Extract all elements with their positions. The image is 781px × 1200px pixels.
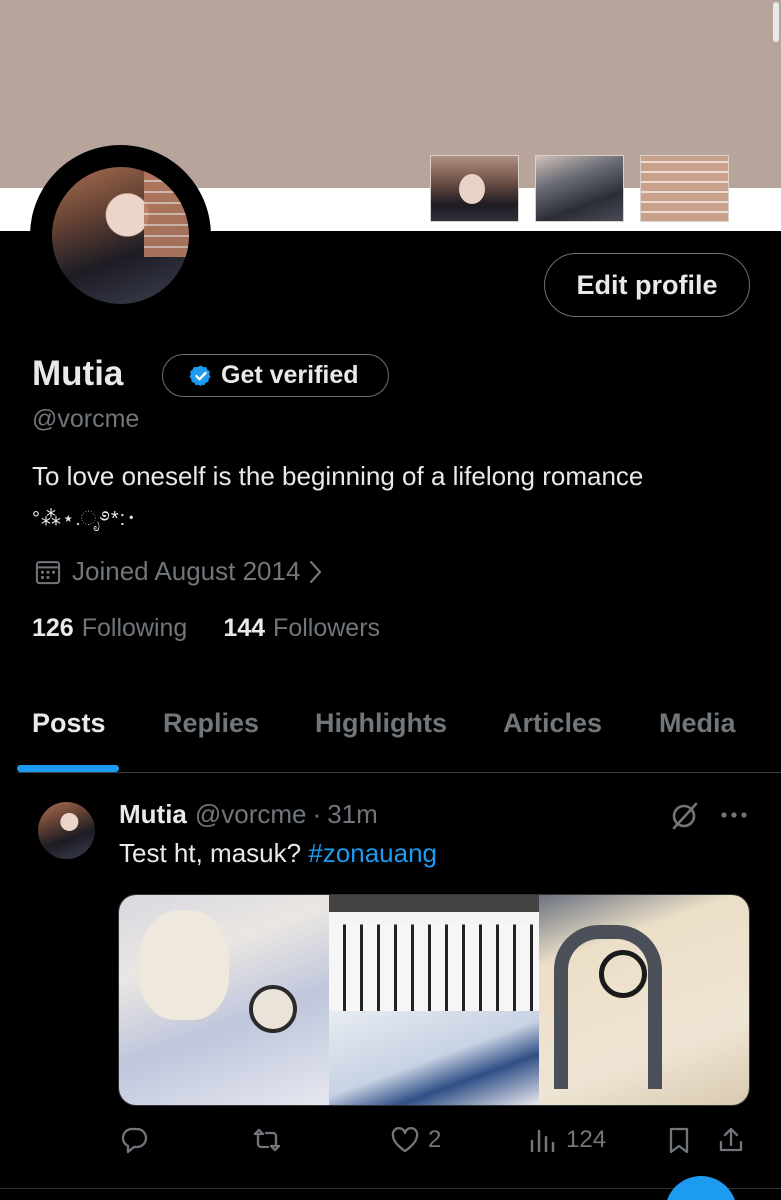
- following-label: Following: [81, 614, 188, 642]
- grok-icon[interactable]: [668, 800, 700, 832]
- more-icon[interactable]: [720, 810, 748, 820]
- share-icon: [719, 1127, 743, 1152]
- avatar-image: [52, 167, 189, 304]
- profile-bio-decoration: °⁂⋆.ೃ࿔*:･: [32, 508, 138, 530]
- share-button[interactable]: [716, 1125, 746, 1155]
- profile-name: Mutia: [32, 354, 124, 393]
- repost-button[interactable]: [252, 1125, 282, 1155]
- heart-icon: [391, 1127, 419, 1153]
- post-image[interactable]: [329, 895, 539, 1105]
- bookmark-icon: [669, 1127, 689, 1154]
- follow-stats: 126 Following 144 Followers: [32, 614, 416, 643]
- tab-replies[interactable]: Replies: [163, 708, 259, 739]
- compose-fab-button[interactable]: [665, 1176, 737, 1200]
- scrollbar[interactable]: [773, 2, 779, 42]
- profile-handle: @vorcme: [32, 405, 140, 433]
- calendar-icon: [35, 560, 61, 584]
- tabs-divider: [17, 772, 781, 773]
- joined-date[interactable]: Joined August 2014: [34, 556, 324, 587]
- get-verified-button[interactable]: Get verified: [162, 354, 389, 397]
- post-author-name[interactable]: Mutia: [119, 799, 187, 830]
- profile-tabs: Posts Replies Highlights Articles Media: [0, 700, 781, 773]
- post-avatar[interactable]: [38, 802, 95, 859]
- reply-icon: [121, 1127, 148, 1154]
- joined-label: Joined August 2014: [72, 556, 301, 586]
- profile-avatar[interactable]: [30, 145, 211, 326]
- verified-badge-icon: [189, 365, 211, 387]
- like-button[interactable]: 2: [390, 1125, 441, 1155]
- post-text: Test ht, masuk? #zonauang: [119, 838, 437, 869]
- post-image[interactable]: [539, 895, 749, 1105]
- edit-profile-button[interactable]: Edit profile: [544, 253, 750, 317]
- post-body: Test ht, masuk?: [119, 838, 309, 868]
- post-image[interactable]: [119, 895, 329, 1105]
- followers-link[interactable]: 144 Followers: [223, 614, 380, 643]
- post-separator: ·: [312, 799, 322, 829]
- followers-label: Followers: [273, 614, 381, 642]
- banner-photo: [535, 155, 624, 222]
- bookmark-button[interactable]: [664, 1125, 694, 1155]
- tab-media[interactable]: Media: [659, 708, 736, 739]
- tab-highlights[interactable]: Highlights: [315, 708, 447, 739]
- like-count: 2: [428, 1126, 442, 1153]
- post-hashtag[interactable]: #zonauang: [308, 838, 437, 868]
- view-count: 124: [566, 1126, 607, 1153]
- tab-posts[interactable]: Posts: [32, 708, 106, 739]
- post-header: Mutia @vorcme · 31m: [119, 799, 378, 830]
- post-media-grid: [118, 894, 750, 1106]
- post-author-handle[interactable]: @vorcme: [195, 799, 307, 830]
- active-tab-indicator: [17, 765, 119, 772]
- get-verified-label: Get verified: [221, 361, 359, 389]
- post-divider: [0, 1188, 781, 1189]
- following-link[interactable]: 126 Following: [32, 614, 187, 643]
- followers-count: 144: [223, 614, 266, 642]
- tab-articles[interactable]: Articles: [503, 708, 602, 739]
- following-count: 126: [32, 614, 74, 642]
- banner-photo: [430, 155, 519, 222]
- post-timestamp[interactable]: 31m: [327, 799, 378, 830]
- profile-bio: To love oneself is the beginning of a li…: [32, 461, 644, 491]
- views-button[interactable]: 124: [528, 1125, 606, 1155]
- repost-icon: [253, 1128, 281, 1152]
- post-actions: 2 124: [0, 1125, 781, 1169]
- banner-photo: [640, 155, 729, 222]
- views-icon: [530, 1129, 555, 1153]
- reply-button[interactable]: [120, 1125, 150, 1155]
- chevron-right-icon: [310, 560, 322, 583]
